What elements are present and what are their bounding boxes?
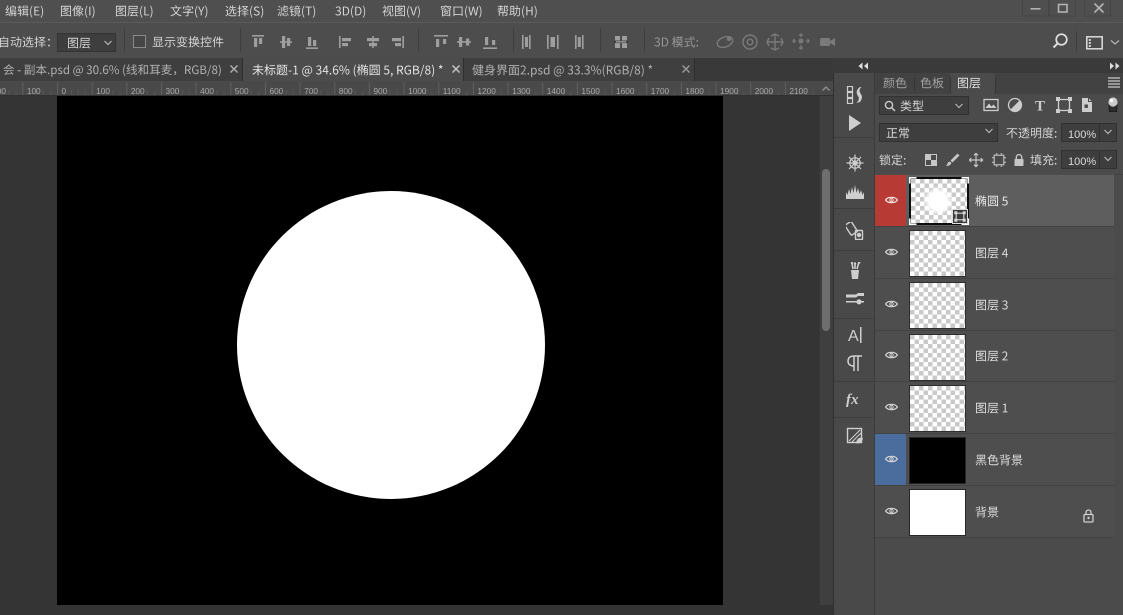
svg-text:T: T <box>1035 99 1045 114</box>
svg-text:fx: fx <box>846 392 859 408</box>
svg-text:A: A <box>848 328 859 344</box>
